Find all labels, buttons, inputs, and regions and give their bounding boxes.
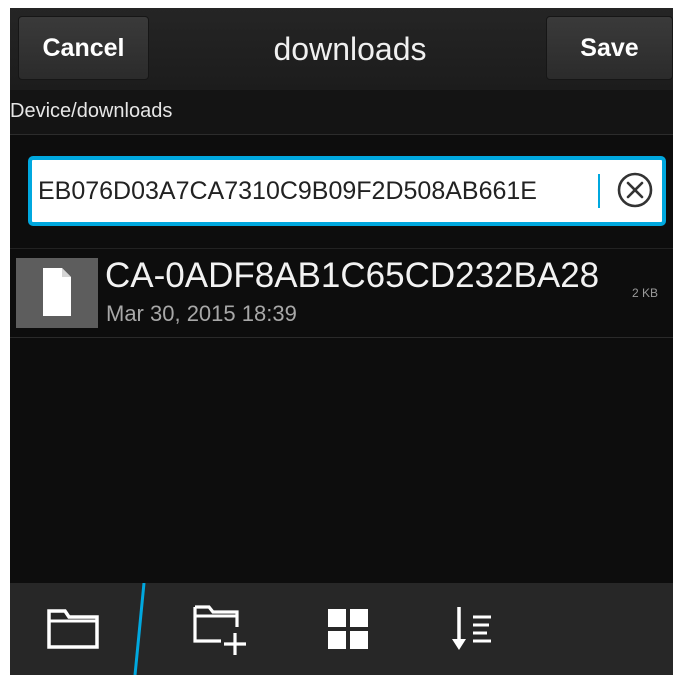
text-caret bbox=[598, 174, 600, 208]
list-item[interactable]: CA-0ADF8AB1C65CD232BA28 Mar 30, 2015 18:… bbox=[10, 248, 673, 338]
title-bar: Cancel downloads Save bbox=[10, 8, 673, 90]
filename-field[interactable]: EB076D03A7CA7310C9B09F2D508AB661E bbox=[28, 156, 666, 226]
file-date: Mar 30, 2015 18:39 bbox=[106, 301, 297, 326]
breadcrumb-path: Device/downloads bbox=[10, 100, 173, 122]
file-name: CA-0ADF8AB1C65CD232BA28 bbox=[105, 256, 600, 295]
action-bar bbox=[10, 583, 673, 675]
cancel-button[interactable]: Cancel bbox=[18, 16, 149, 80]
folder-icon bbox=[46, 609, 99, 649]
save-button[interactable]: Save bbox=[546, 16, 673, 80]
new-folder-action[interactable] bbox=[160, 583, 285, 675]
filename-value[interactable]: EB076D03A7CA7310C9B09F2D508AB661E bbox=[38, 175, 598, 207]
page-title: downloads bbox=[273, 30, 427, 67]
sort-icon bbox=[451, 607, 491, 650]
breadcrumb: Device/downloads bbox=[10, 90, 673, 135]
new-folder-icon bbox=[192, 605, 246, 655]
file-size: 2 KB bbox=[632, 286, 659, 300]
clear-circle-x-icon[interactable] bbox=[615, 170, 655, 210]
grid-view-action[interactable] bbox=[285, 583, 410, 675]
folders-action[interactable] bbox=[10, 583, 135, 675]
grid-view-icon bbox=[327, 609, 368, 649]
sort-action[interactable] bbox=[410, 583, 535, 675]
file-thumbnail bbox=[16, 258, 98, 328]
file-save-dialog: Cancel downloads Save Device/downloads E… bbox=[10, 8, 673, 675]
document-icon bbox=[43, 268, 71, 316]
